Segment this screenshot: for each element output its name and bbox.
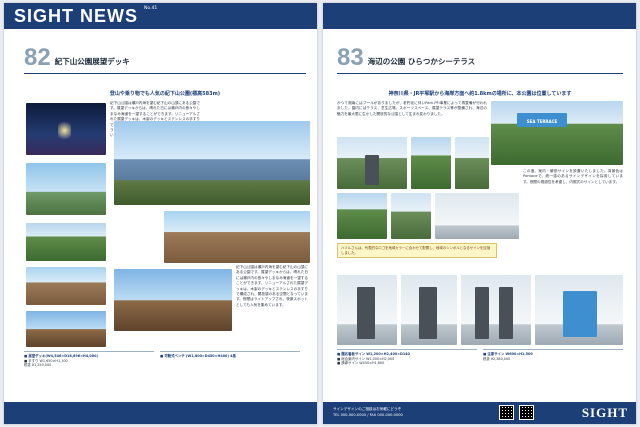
photo-sign-1 <box>337 275 397 345</box>
spec-item: ■ 誘導サイン W450×H1,800 <box>337 361 385 366</box>
masthead: SIGHT NEWS <box>14 6 139 26</box>
article-body: かつて湘南にはプールがありましたが、老朽化に伴いPark-PFI事業によって再整… <box>337 101 487 116</box>
photo-path <box>411 137 451 189</box>
spec-block-1: ■ 園名看板サイン W1,200×H2,400×D140 ■ 総合案内サイン W… <box>337 349 477 366</box>
article-subtitle: 登山や乗り物でも人気の紀下山公園(標高583m) <box>109 91 221 97</box>
company-logo: SIGHT <box>581 405 628 420</box>
photo-seaview <box>114 121 310 205</box>
photo-sign-close <box>455 137 489 189</box>
photo-deck-day <box>26 163 106 215</box>
photo-lawn <box>337 193 387 239</box>
photo-railing <box>26 267 106 305</box>
photo-night-view <box>26 103 106 155</box>
callout-note: ハミルさんは、代表的なロゴを地域カラーに合わせて配置し、地域のシンボルとなるサイ… <box>337 243 497 259</box>
spec-price: 税抜 ¥1,250,000 <box>24 363 52 368</box>
footer-tagline: サインデザインのご相談はお気軽にどうぞ <box>333 407 402 411</box>
photo-board <box>435 193 519 239</box>
photo-hill <box>26 223 106 261</box>
footer-right: サインデザインのご相談はお気軽にどうぞ TEL 000-000-0000 / F… <box>323 402 636 424</box>
photo-deck-wide <box>164 211 310 263</box>
article-subtitle: 神奈川県・JR平塚駅から海岸方面へ約1.8kmの場所に、本公園は位置しています <box>388 91 572 97</box>
article-body-2: 紀下山公園は瀬戸内海を望む紀下山の山頂にある公園です。展望デッキからは、晴れた日… <box>236 265 308 307</box>
header-band <box>323 3 636 29</box>
qr-code[interactable] <box>519 405 534 420</box>
spec-block-left: ■ 展望デッキ(W4,546×D16,896×H4,000) ■ 手すり W1,… <box>24 351 154 368</box>
photo-deck-edge <box>26 311 106 347</box>
article-heading: 83 海辺の公園 ひらつかシーテラス <box>337 44 476 71</box>
footer-left <box>4 402 317 424</box>
newsletter-spread: SIGHT NEWS No.41 82 紀下山公園展望デッキ 登山や乗り物でも人… <box>4 3 636 424</box>
photo-deck-bench <box>114 269 232 331</box>
sign-board: SEA TERRACE <box>517 113 567 127</box>
volume-label: No.41 <box>144 6 158 11</box>
photo-sign-4 <box>535 275 623 345</box>
photo-sign-3 <box>461 275 531 345</box>
photo-sign-2 <box>401 275 457 345</box>
article-heading: 82 紀下山公園展望デッキ <box>24 44 130 71</box>
photo-sea-terrace: SEA TERRACE <box>491 101 623 165</box>
title-rule <box>337 73 623 74</box>
qr-code[interactable] <box>499 405 514 420</box>
spec-block-2: ■ 注意サイン W600×H1,500 税抜 ¥2,380,000 <box>483 349 623 361</box>
article-title: 紀下山公園展望デッキ <box>54 57 130 66</box>
article-number: 82 <box>24 44 51 71</box>
photo-entrance <box>337 137 407 189</box>
spec-block-right: ■ 可動式ベンチ (W1,800×D450×H400) 4基 <box>160 351 300 359</box>
spec-price: 税抜 ¥2,380,000 <box>483 356 511 361</box>
sign-board-blue <box>563 291 597 337</box>
sign-label: SEA TERRACE <box>526 118 558 124</box>
spec-item: ■ 可動式ベンチ (W1,800×D450×H400) 4基 <box>160 354 236 358</box>
article-title: 海辺の公園 ひらつかシーテラス <box>367 57 476 66</box>
right-page: 83 海辺の公園 ひらつかシーテラス 神奈川県・JR平塚駅から海岸方面へ約1.8… <box>323 3 636 424</box>
left-page: SIGHT NEWS No.41 82 紀下山公園展望デッキ 登山や乗り物でも人… <box>4 3 317 424</box>
title-rule <box>24 73 306 74</box>
footer-contact: TEL 000-000-0000 / FAX 000-000-0000 <box>333 413 403 417</box>
article-number: 83 <box>337 44 364 71</box>
article-body-2: この度、案内・解説サインを設置いたしました。背景色はPantoneで、統一感のあ… <box>523 169 623 184</box>
photo-post <box>391 193 431 239</box>
